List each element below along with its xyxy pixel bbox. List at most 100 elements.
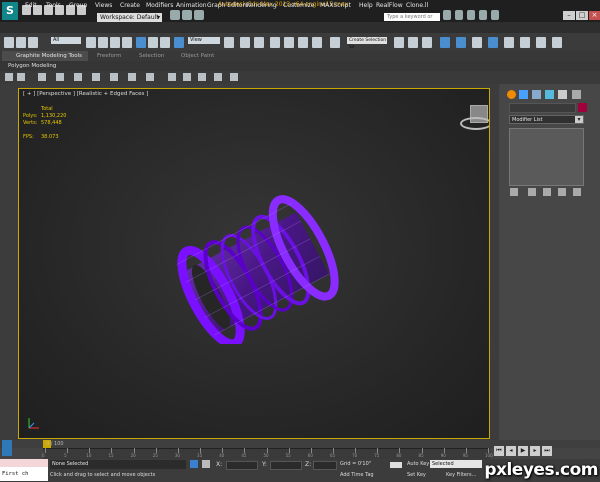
display-tab-icon[interactable] (558, 90, 567, 99)
close-button[interactable]: × (589, 11, 600, 20)
hierarchy-tab-icon[interactable] (532, 90, 541, 99)
wheel-model[interactable] (169, 194, 359, 344)
menu-graph-editors[interactable]: Graph Editors (207, 1, 248, 10)
lock-selection-icon[interactable] (190, 460, 198, 468)
add-time-tag[interactable]: Add Time Tag (340, 472, 374, 478)
utilities-tab-icon[interactable] (572, 90, 581, 99)
perspective-viewport[interactable]: [ + ] [Perspective ] [Realistic + Edged … (18, 88, 490, 439)
key-mode-dropdown[interactable]: Selected (430, 460, 482, 468)
menu-rendering[interactable]: Rendering (246, 1, 277, 10)
select-scale-icon[interactable] (160, 37, 170, 48)
menu-realflow[interactable]: RealFlow (376, 1, 403, 10)
percent-snap-icon[interactable] (298, 37, 308, 48)
border-icon[interactable] (56, 73, 64, 81)
ignore-backfacing-icon[interactable] (146, 73, 154, 81)
make-unique-icon[interactable] (543, 188, 551, 196)
modifier-list-dropdown[interactable]: Modifier List ▾ (509, 115, 584, 124)
configure-sets-icon[interactable] (573, 188, 581, 196)
teapot-render-icon[interactable] (552, 37, 562, 48)
preview-icon[interactable] (128, 73, 136, 81)
snaps-toggle-icon[interactable] (270, 37, 280, 48)
play-button[interactable]: ▶ (518, 446, 528, 456)
minimize-button[interactable]: – (563, 11, 575, 20)
search-input[interactable]: Type a keyword or phrase (384, 13, 440, 28)
spinner-snap-icon[interactable] (312, 37, 322, 48)
graphite-toggle-icon[interactable] (440, 37, 450, 48)
select-move-icon[interactable] (136, 37, 146, 48)
material-editor-icon[interactable] (488, 37, 498, 48)
rendered-frame-icon[interactable] (520, 37, 530, 48)
shrink-icon[interactable] (183, 73, 191, 81)
tab-graphite-modeling-tools[interactable]: Graphite Modeling Tools (16, 53, 82, 59)
maxscript-output[interactable] (0, 459, 48, 467)
mini-curve-icon[interactable] (2, 440, 12, 456)
tab-object-paint[interactable]: Object Paint (181, 53, 214, 59)
edit-poly-icon[interactable] (5, 73, 13, 81)
show-end-result-icon[interactable] (528, 188, 536, 196)
subscription-icon[interactable] (455, 10, 463, 20)
vertex-icon[interactable] (17, 73, 25, 81)
binoculars-icon[interactable] (443, 10, 451, 20)
unlink-icon[interactable] (16, 37, 26, 48)
menu-customize[interactable]: Customize (283, 1, 315, 10)
edge-icon[interactable] (38, 73, 46, 81)
maxscript-listener[interactable]: First ch (0, 467, 48, 481)
prev-frame-button[interactable]: ◂ (506, 446, 516, 456)
tab-selection[interactable]: Selection (139, 53, 164, 59)
create-tab-icon[interactable] (507, 90, 516, 99)
edit-named-selection-icon[interactable] (330, 37, 340, 48)
use-soft-selection-icon[interactable] (168, 73, 176, 81)
bind-space-warp-icon[interactable] (28, 37, 38, 48)
menu-maxscript[interactable]: MAXScript (320, 1, 351, 10)
viewport-label[interactable]: [ + ] [Perspective ] [Realistic + Edged … (23, 91, 148, 97)
keyboard-shortcut-icon[interactable] (254, 37, 264, 48)
ring-icon[interactable] (214, 73, 222, 81)
angle-snap-icon[interactable] (284, 37, 294, 48)
move-gizmo-icon[interactable] (240, 37, 250, 48)
motion-tab-icon[interactable] (545, 90, 554, 99)
polygon-icon[interactable] (74, 73, 82, 81)
set-key-button[interactable]: Set Key (407, 472, 426, 478)
object-name-field[interactable] (509, 103, 576, 113)
layer-manager-icon[interactable] (422, 37, 432, 48)
schematic-view-icon[interactable] (472, 37, 482, 48)
menu-tools[interactable]: Tools (46, 1, 61, 10)
favorites-icon[interactable] (479, 10, 487, 20)
key-filters-button[interactable]: Key Filters... (446, 472, 476, 478)
element-icon[interactable] (92, 73, 100, 81)
workspace-dropdown[interactable]: Workspace: Default (97, 13, 162, 22)
z-coord-field[interactable] (313, 461, 337, 470)
menu-edit[interactable]: Edit (25, 1, 37, 10)
y-coord-field[interactable] (270, 461, 302, 470)
app-logo[interactable]: S (2, 2, 18, 20)
x-coord-field[interactable] (226, 461, 258, 470)
menu-group[interactable]: Group (69, 1, 87, 10)
go-to-start-button[interactable]: ⏮ (494, 446, 504, 456)
pin-stack-icon[interactable] (510, 188, 518, 196)
menu-animation[interactable]: Animation (176, 1, 207, 10)
modifier-stack[interactable] (509, 128, 584, 186)
key-icon[interactable] (390, 462, 402, 468)
project-icon[interactable] (182, 10, 192, 20)
grow-icon[interactable] (198, 73, 206, 81)
help-icon[interactable] (170, 10, 180, 20)
object-color-swatch[interactable] (578, 103, 587, 112)
communication-icon[interactable] (467, 10, 475, 20)
tab-freeform[interactable]: Freeform (97, 53, 122, 59)
menu-create[interactable]: Create (120, 1, 140, 10)
menu-views[interactable]: Views (95, 1, 112, 10)
reference-coordinate-dropdown[interactable]: View (188, 37, 220, 44)
mirror-icon[interactable] (394, 37, 404, 48)
next-frame-button[interactable]: ▸ (530, 446, 540, 456)
remove-modifier-icon[interactable] (558, 188, 566, 196)
absolute-mode-icon[interactable] (202, 460, 210, 468)
help-question-icon[interactable] (491, 10, 499, 20)
select-manipulate-icon[interactable] (174, 37, 184, 48)
curve-editor-icon[interactable] (456, 37, 466, 48)
named-selection-dropdown[interactable]: Create Selection Se (347, 37, 387, 50)
menu-modifiers[interactable]: Modifiers (146, 1, 173, 10)
viewcube-ring-icon[interactable] (460, 117, 489, 130)
go-to-end-button[interactable]: ⏭ (542, 446, 552, 456)
select-by-name-icon[interactable] (98, 37, 108, 48)
selection-filter-dropdown[interactable]: All (51, 37, 81, 44)
